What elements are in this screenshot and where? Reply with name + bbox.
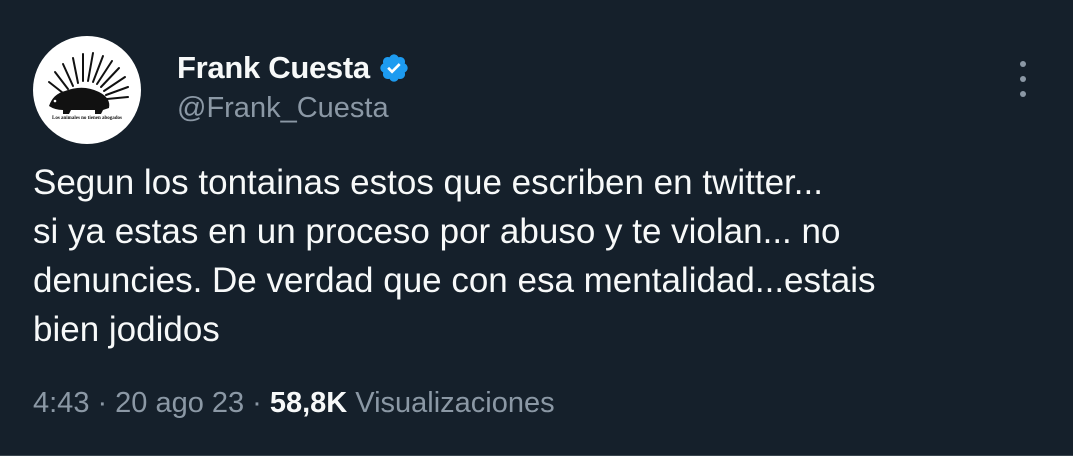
tweet-meta: 4:43 · 20 ago 23 · 58,8K Visualizaciones [33, 381, 555, 425]
more-dot [1020, 91, 1026, 97]
verified-badge-icon[interactable] [378, 52, 410, 84]
display-name[interactable]: Frank Cuesta [177, 50, 370, 86]
tweet-text: Segun los tontainas estos que escriben e… [33, 158, 1043, 354]
views-label: Visualizaciones [355, 387, 555, 419]
author-name-row: Frank Cuesta [177, 48, 410, 88]
views-count[interactable]: 58,8K [270, 387, 347, 419]
porcupine-icon [48, 52, 129, 114]
more-dot [1020, 76, 1026, 82]
tweet-date[interactable]: 20 ago 23 [115, 387, 244, 419]
more-dot [1020, 61, 1026, 67]
meta-separator: · [252, 387, 262, 419]
avatar[interactable]: Los animales no tienen abogados [33, 36, 141, 144]
tweet-card: Los animales no tienen abogados Frank Cu… [0, 0, 1073, 456]
tweet-text-line: Segun los tontainas estos que escriben e… [33, 163, 823, 202]
more-options-icon[interactable] [1008, 57, 1038, 101]
tweet-text-line: si ya estas en un proceso por abuso y te… [33, 212, 841, 251]
author-handle[interactable]: @Frank_Cuesta [177, 88, 389, 128]
tweet-time[interactable]: 4:43 [33, 387, 89, 419]
avatar-caption: Los animales no tienen abogados [51, 116, 122, 121]
tweet-text-line: denuncies. De verdad que con esa mentali… [33, 261, 876, 300]
tweet-text-line: bien jodidos [33, 310, 220, 349]
meta-separator: · [97, 387, 108, 419]
